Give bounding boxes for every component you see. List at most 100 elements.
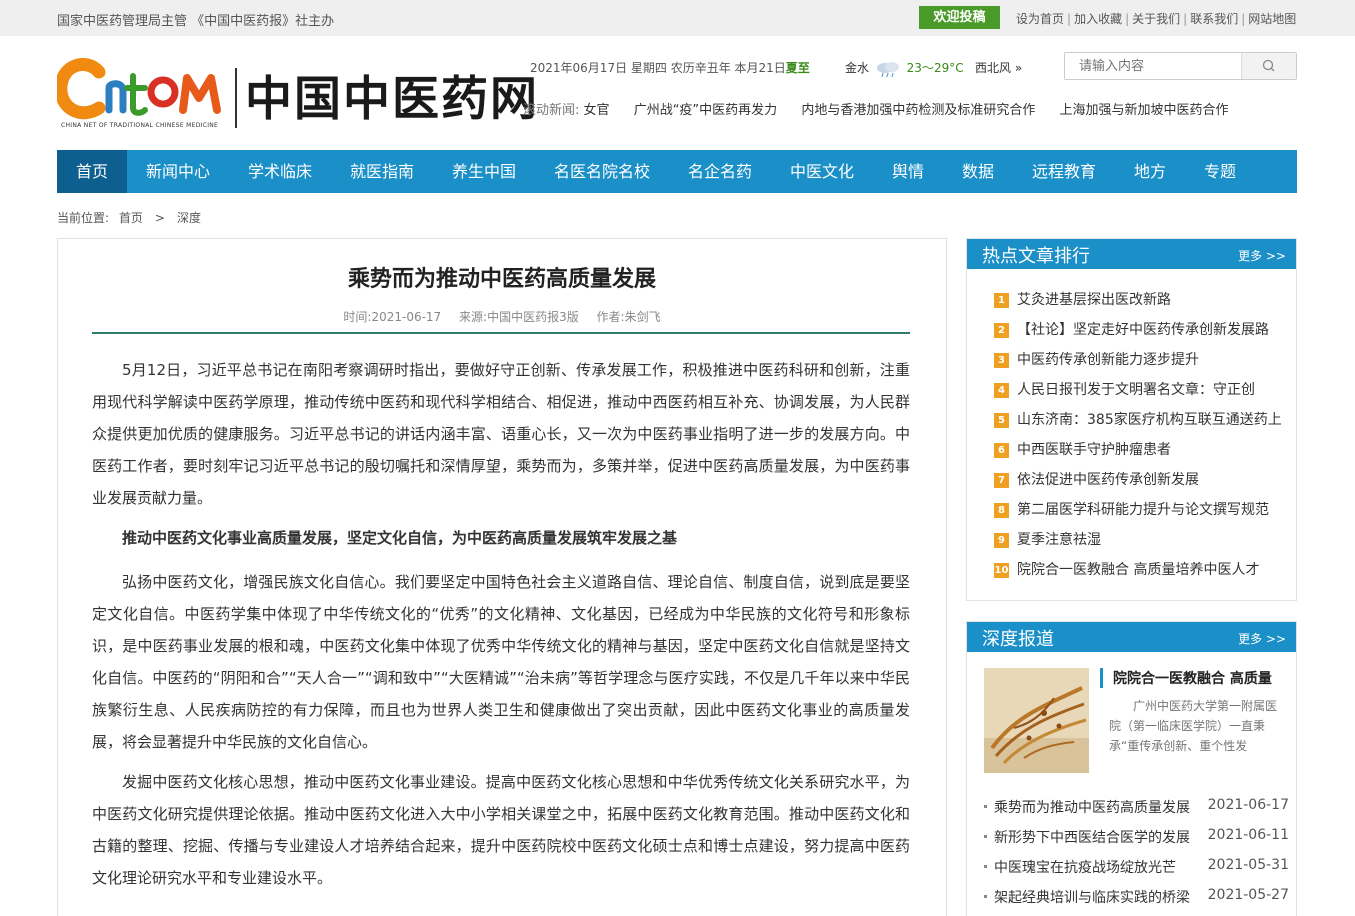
article-paragraph: 5月12日，习近平总书记在南阳考察调研时指出，要做好守正创新、传承发展工作，积极… <box>92 361 910 507</box>
link-about-us[interactable]: 关于我们 <box>1132 12 1180 26</box>
hot-article-item[interactable]: 2 【社论】坚定走好中医药传承创新发展路 <box>994 319 1282 349</box>
nav-item-opinion[interactable]: 舆情 <box>883 150 933 193</box>
breadcrumb-label: 当前位置: <box>57 211 110 225</box>
feature-title[interactable]: 院院合一医教融合 高质量 <box>1100 668 1272 688</box>
search-input[interactable] <box>1065 53 1242 79</box>
weather-city: 金水 <box>845 61 870 75</box>
bullet-icon <box>984 865 987 868</box>
hot-article-title: 人民日报刊发于文明署名文章：守正创 <box>1017 382 1255 398</box>
article-meta: 时间:2021-06-17 来源:中国中医药报3版 作者:朱剑飞 <box>58 308 946 325</box>
hot-articles-title: 热点文章排行 <box>982 246 1090 267</box>
bullet-icon <box>984 805 987 808</box>
hot-article-title: 中西医联手守护肿瘤患者 <box>1017 442 1171 458</box>
article-panel: 乘势而为推动中医药高质量发展 时间:2021-06-17 来源:中国中医药报3版… <box>57 238 947 916</box>
nav-item-guide[interactable]: 就医指南 <box>341 150 423 193</box>
contribute-button[interactable]: 欢迎投稿 <box>919 6 1000 29</box>
hot-article-item[interactable]: 1 艾灸进基层探出医改新路 <box>994 289 1282 319</box>
deep-reports-panel: 深度报道 更多 >> 院院合一医教融合 高质量 广州中医药大学第一附属医院（第一… <box>966 621 1297 916</box>
rank-badge: 7 <box>994 473 1009 488</box>
nav-item-news[interactable]: 新闻中心 <box>137 150 219 193</box>
feature-thumbnail[interactable] <box>984 668 1089 773</box>
deep-reports-header: 深度报道 更多 >> <box>967 622 1296 652</box>
weather-wind: 西北风 <box>975 61 1012 75</box>
hot-articles-list: 1 艾灸进基层探出医改新路 2 【社论】坚定走好中医药传承创新发展路 3 中医药传承创… <box>994 289 1282 589</box>
rain-cloud-icon <box>876 61 899 77</box>
rank-badge: 10 <box>994 563 1009 578</box>
scroll-news-item[interactable]: 广州战“疫”中医药再发力 <box>634 103 777 118</box>
nav-item-famous-doctors[interactable]: 名医名院名校 <box>545 150 659 193</box>
hot-article-item[interactable]: 10 院院合一医教融合 高质量培养中医人才 <box>994 559 1282 589</box>
hot-article-item[interactable]: 8 第二届医学科研能力提升与论文撰写规范 <box>994 499 1282 529</box>
cntcm-logo-icon <box>54 58 221 120</box>
scroll-news-item[interactable]: 内地与香港加强中药检测及标准研究合作 <box>801 103 1035 118</box>
nav-item-remote-edu[interactable]: 远程教育 <box>1023 150 1105 193</box>
breadcrumb-home[interactable]: 首页 <box>119 211 143 225</box>
scroll-news-item[interactable]: 上海加强与新加坡中医药合作 <box>1059 103 1228 118</box>
article-time: 时间:2021-06-17 <box>343 310 442 324</box>
herb-photo-image <box>984 668 1089 773</box>
date-display: 2021年06月17日 星期四 农历辛丑年 本月21日夏至 <box>530 59 810 76</box>
article-paragraph: 弘扬中医药文化，增强民族文化自信心。我们要坚定中国特色社会主义道路自信、理论自信… <box>92 573 910 751</box>
hot-article-item[interactable]: 9 夏季注意祛湿 <box>994 529 1282 559</box>
link-add-favorite[interactable]: 加入收藏 <box>1074 12 1122 26</box>
hot-article-item[interactable]: 4 人民日报刊发于文明署名文章：守正创 <box>994 379 1282 409</box>
article-author: 作者:朱剑飞 <box>596 310 661 324</box>
nav-item-famous-companies[interactable]: 名企名药 <box>679 150 761 193</box>
deep-reports-more-link[interactable]: 更多 >> <box>1238 630 1286 647</box>
rank-badge: 9 <box>994 533 1009 548</box>
nav-item-topics[interactable]: 专题 <box>1195 150 1245 193</box>
weather-more-icon[interactable]: » <box>1015 61 1022 75</box>
hot-article-title: 院院合一医教融合 高质量培养中医人才 <box>1017 562 1260 578</box>
deep-report-item[interactable]: 中医瑰宝在抗疫战场绽放光芒 2021-05-31 <box>984 857 1289 887</box>
nav-item-local[interactable]: 地方 <box>1125 150 1175 193</box>
nav-item-health[interactable]: 养生中国 <box>443 150 525 193</box>
deep-report-date: 2021-06-17 <box>1207 797 1289 813</box>
search-box <box>1064 52 1297 80</box>
logo-chinese-text: 中国中医药网 <box>245 72 539 127</box>
hot-article-item[interactable]: 6 中西医联手守护肿瘤患者 <box>994 439 1282 469</box>
deep-report-date: 2021-05-27 <box>1207 887 1289 903</box>
bullet-icon <box>984 895 987 898</box>
hot-article-title: 【社论】坚定走好中医药传承创新发展路 <box>1017 322 1269 338</box>
hot-article-title: 依法促进中医药传承创新发展 <box>1017 472 1199 488</box>
nav-item-data[interactable]: 数据 <box>953 150 1003 193</box>
hot-article-title: 第二届医学科研能力提升与论文撰写规范 <box>1017 502 1269 518</box>
top-links: 设为首页 | 加入收藏 | 关于我们 | 联系我们 | 网站地图 <box>1016 12 1297 26</box>
deep-report-item[interactable]: 新形势下中西医结合医学的发展 2021-06-11 <box>984 827 1289 857</box>
deep-report-item[interactable]: 架起经典培训与临床实践的桥梁 2021-05-27 <box>984 887 1289 916</box>
breadcrumb: 当前位置: 首页 > 深度 <box>57 209 201 226</box>
deep-report-title: 架起经典培训与临床实践的桥梁 <box>994 890 1190 906</box>
hot-article-title: 夏季注意祛湿 <box>1017 532 1101 548</box>
top-bar: 国家中医药管理局主管 《中国中医药报》社主办 欢迎投稿 设为首页 | 加入收藏 | 关于… <box>0 0 1355 36</box>
breadcrumb-current[interactable]: 深度 <box>177 211 201 225</box>
article-paragraph: 发掘中医药文化核心思想，推动中医药文化事业建设。提高中医药文化核心思想和中华优秀… <box>92 773 910 887</box>
hot-article-item[interactable]: 7 依法促进中医药传承创新发展 <box>994 469 1282 499</box>
hot-article-item[interactable]: 3 中医药传承创新能力逐步提升 <box>994 349 1282 379</box>
hot-articles-header: 热点文章排行 更多 >> <box>967 239 1296 269</box>
rank-badge: 4 <box>994 383 1009 398</box>
deep-reports-list: 乘势而为推动中医药高质量发展 2021-06-17 新形势下中西医结合医学的发展 2… <box>984 797 1289 916</box>
solar-term: 夏至 <box>785 61 810 75</box>
rank-badge: 2 <box>994 323 1009 338</box>
nav-item-culture[interactable]: 中医文化 <box>781 150 863 193</box>
weather-widget[interactable]: 金水 23～29°C 西北风 » <box>845 59 1022 78</box>
rank-badge: 6 <box>994 443 1009 458</box>
rank-badge: 1 <box>994 293 1009 308</box>
article-subheading: 推动中医药文化事业高质量发展，坚定文化自信，为中医药高质量发展筑牢发展之基 <box>122 529 678 547</box>
search-button[interactable] <box>1241 53 1296 79</box>
breadcrumb-separator: > <box>154 211 165 225</box>
hot-article-item[interactable]: 5 山东济南：385家医疗机构互联互通送药上 <box>994 409 1282 439</box>
deep-reports-title: 深度报道 <box>982 629 1054 650</box>
hot-article-title: 中医药传承创新能力逐步提升 <box>1017 352 1199 368</box>
deep-report-date: 2021-05-31 <box>1207 857 1289 873</box>
link-contact-us[interactable]: 联系我们 <box>1190 12 1238 26</box>
hot-articles-more-link[interactable]: 更多 >> <box>1238 247 1286 264</box>
deep-report-item[interactable]: 乘势而为推动中医药高质量发展 2021-06-17 <box>984 797 1289 827</box>
nav-item-academic[interactable]: 学术临床 <box>239 150 321 193</box>
search-icon <box>1262 59 1275 72</box>
scroll-news-item[interactable]: 女官 <box>584 103 610 118</box>
link-sitemap[interactable]: 网站地图 <box>1248 12 1296 26</box>
nav-item-home[interactable]: 首页 <box>57 150 127 193</box>
link-set-homepage[interactable]: 设为首页 <box>1016 12 1064 26</box>
site-logo[interactable]: CHINA NET OF TRADITIONAL CHINESE MEDICIN… <box>54 58 537 134</box>
